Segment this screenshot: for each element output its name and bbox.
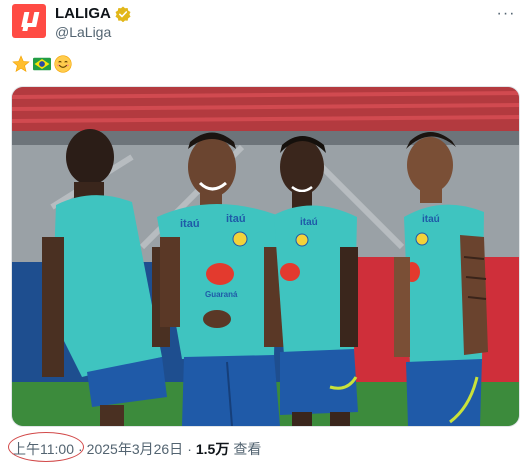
post-date[interactable]: 2025年3月26日 [87, 439, 184, 459]
post-time[interactable]: 上午11:00 [8, 432, 84, 462]
laliga-logo-icon[interactable] [12, 4, 46, 38]
views-count[interactable]: 1.5万 [196, 439, 229, 459]
views-label: 查看 [233, 441, 262, 457]
author-display-name[interactable]: LALIGA [55, 5, 111, 22]
brazil-flag-emoji-icon [33, 55, 51, 73]
jersey-sponsor-text: itaú [180, 218, 200, 230]
jersey-sponsor-text-4: itaú [422, 214, 440, 225]
tweet-meta: 上午11:00 · 2025年3月26日 · 1.5万 查看 [8, 432, 262, 462]
separator-dot: · [187, 441, 192, 457]
post-text [12, 55, 72, 73]
author-name-row: LALIGA [55, 5, 131, 22]
tweet-header: LALIGA @LaLiga ··· [12, 4, 517, 44]
gold-verified-badge-icon[interactable] [115, 6, 131, 22]
author-handle[interactable]: @LaLiga [55, 24, 111, 40]
star-emoji-icon [12, 55, 30, 73]
chest-logo-text: Guaraná [205, 290, 238, 299]
more-options-icon[interactable]: ··· [495, 5, 517, 22]
jersey-sponsor-text-2: itaú [226, 213, 246, 225]
jersey-sponsor-text-3: itaú [300, 217, 318, 228]
post-photo[interactable]: itaú itaú Guaraná itaú itaú [11, 86, 520, 427]
smiling-face-emoji-icon [54, 55, 72, 73]
